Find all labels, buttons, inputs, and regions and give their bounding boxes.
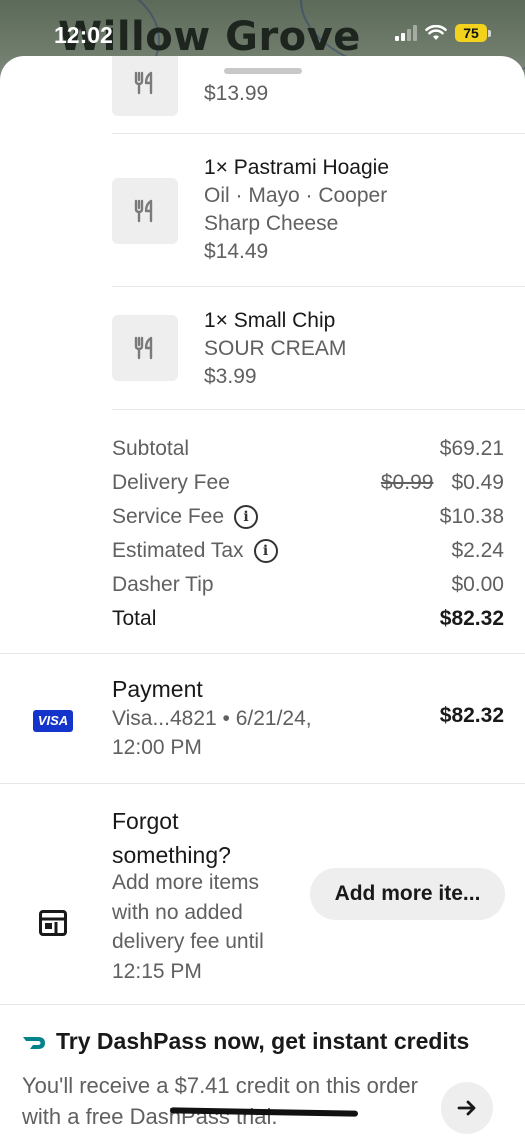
dashpass-title-row: Try DashPass now, get instant credits <box>22 1028 469 1055</box>
forgot-something-section: Forgot something? Add more items with no… <box>0 784 525 1004</box>
divider <box>112 409 525 410</box>
info-icon[interactable]: i <box>253 539 278 563</box>
item-name: 1× Pastrami Hoagie <box>204 156 390 179</box>
service-fee-row: Service Fee i $10.38 <box>112 500 504 534</box>
forgot-description: Add more items with no added delivery fe… <box>112 871 264 983</box>
item-thumbnail <box>112 56 178 116</box>
utensils-icon <box>134 199 153 223</box>
order-details-sheet[interactable]: $13.99 1× Pastrami Hoagie Oil · Mayo · C… <box>0 56 525 1136</box>
dasher-tip-label: Dasher Tip <box>112 573 214 596</box>
visa-card-icon: VISA <box>33 710 73 732</box>
item-options: Oil · Mayo · Cooper Sharp Cheese <box>204 184 388 235</box>
status-icons: 75 <box>395 24 491 42</box>
info-icon[interactable]: i <box>234 505 259 529</box>
delivery-fee-original: $0.99 <box>380 471 434 494</box>
total-row: Total $82.32 <box>112 602 504 636</box>
divider <box>112 286 525 287</box>
item-thumbnail <box>112 178 178 244</box>
store-icon <box>39 910 67 936</box>
battery-level: 75 <box>455 24 487 42</box>
divider <box>0 1004 525 1005</box>
arrow-right-icon <box>457 1100 476 1116</box>
total-value: $82.32 <box>439 607 504 630</box>
item-options: SOUR CREAM <box>204 337 347 360</box>
utensils-icon <box>134 336 153 360</box>
estimated-tax-row: Estimated Tax i $2.24 <box>112 534 504 568</box>
payment-detail: Visa...4821 • 6/21/24, 12:00 PM <box>112 707 312 759</box>
item-name: 1× Small Chip <box>204 309 336 332</box>
dasher-tip-row: Dasher Tip $0.00 <box>112 568 504 602</box>
dashpass-logo-icon <box>23 1036 45 1049</box>
payment-title: Payment <box>112 676 203 702</box>
dashpass-arrow-button[interactable] <box>441 1082 493 1134</box>
status-time: 12:02 <box>54 22 113 48</box>
battery-icon: 75 <box>455 24 491 42</box>
delivery-fee-label: Delivery Fee <box>112 471 230 494</box>
payment-section: VISA Payment Visa...4821 • 6/21/24, 12:0… <box>0 654 525 782</box>
dashpass-description: You'll receive a $7.41 credit on this or… <box>22 1073 418 1129</box>
utensils-icon <box>134 71 153 95</box>
service-fee-value: $10.38 <box>439 505 504 528</box>
item-price: $3.99 <box>204 365 257 388</box>
subtotal-value: $69.21 <box>439 437 504 460</box>
divider <box>112 133 525 134</box>
estimated-tax-value: $2.24 <box>451 539 504 562</box>
service-fee-label: Service Fee <box>112 505 225 528</box>
dasher-tip-value: $0.00 <box>451 573 504 596</box>
dashpass-promo[interactable]: Try DashPass now, get instant credits Yo… <box>0 1006 525 1136</box>
add-more-items-button[interactable]: Add more ite... <box>310 868 505 920</box>
subtotal-label: Subtotal <box>112 437 190 460</box>
payment-amount: $82.32 <box>439 704 504 727</box>
item-price: $14.49 <box>204 240 269 263</box>
delivery-fee-value: $0.49 <box>451 471 504 494</box>
order-summary: Subtotal $69.21 Delivery Fee $0.99 $0.49… <box>112 432 504 636</box>
sheet-grabber-handle[interactable] <box>224 68 302 74</box>
subtotal-row: Subtotal $69.21 <box>112 432 504 466</box>
wifi-icon <box>425 25 447 40</box>
item-thumbnail <box>112 315 178 381</box>
item-price: $13.99 <box>204 82 269 105</box>
forgot-title: Forgot something? <box>112 808 231 868</box>
estimated-tax-label: Estimated Tax <box>112 539 244 562</box>
delivery-fee-row: Delivery Fee $0.99 $0.49 <box>112 466 504 500</box>
total-label: Total <box>112 607 157 630</box>
dashpass-title: Try DashPass now, get instant credits <box>56 1028 470 1054</box>
cellular-signal-icon <box>395 25 417 41</box>
